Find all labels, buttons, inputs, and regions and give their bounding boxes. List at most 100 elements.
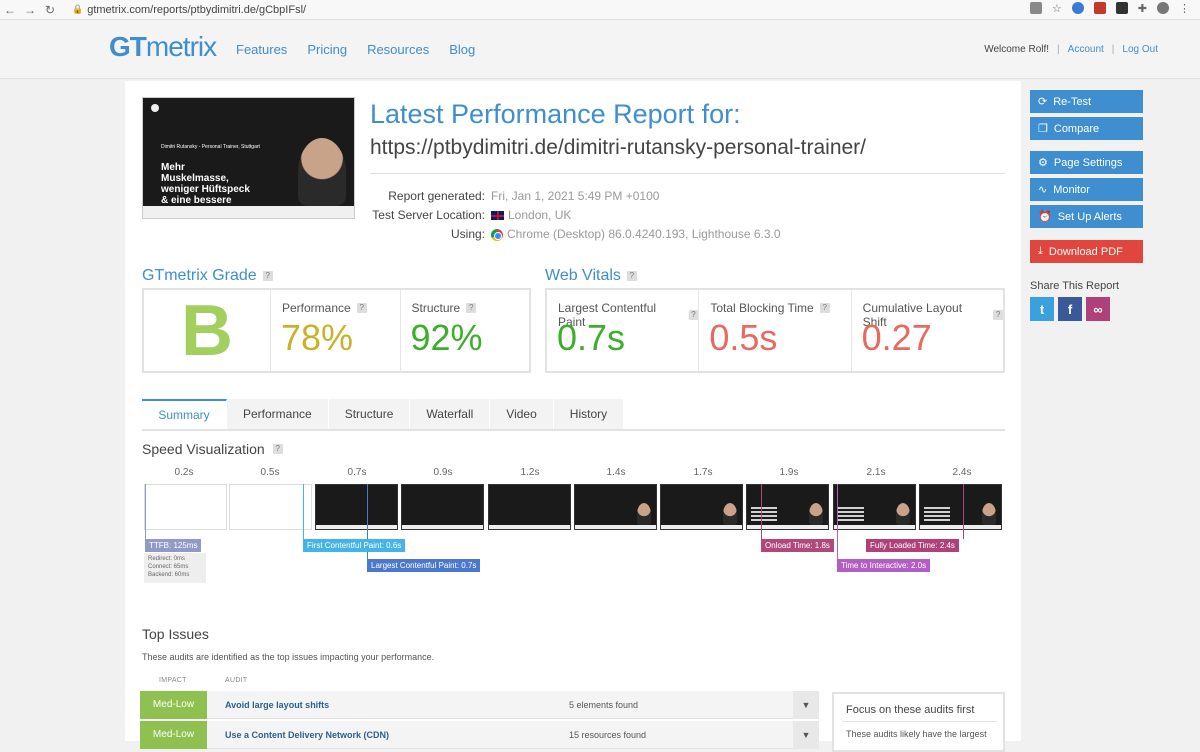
star-icon[interactable]: ☆: [1052, 2, 1062, 15]
onload-marker[interactable]: Onload Time: 1.8s: [761, 539, 834, 552]
compare-button[interactable]: ❐ Compare: [1030, 117, 1143, 140]
time-tick: 0.7s: [347, 467, 367, 478]
fully-loaded-line: [963, 484, 964, 539]
download-pdf-button[interactable]: ⤓ Download PDF: [1030, 240, 1143, 263]
ttfb-backend: Backend: 60ms: [148, 572, 190, 578]
lcp-value: 0.7s: [557, 317, 626, 358]
grade-heading: GTmetrix Grade ?: [142, 267, 273, 285]
lcp-marker[interactable]: Largest Contentful Paint: 0.7s: [367, 559, 481, 572]
meta-value: Fri, Jan 1, 2021 5:49 PM +0100: [491, 189, 660, 203]
help-icon[interactable]: ?: [466, 303, 477, 313]
monitor-button[interactable]: ∿ Monitor: [1030, 178, 1143, 201]
filmstrip-frame[interactable]: [401, 484, 484, 530]
filmstrip-frame[interactable]: [919, 484, 1002, 530]
help-icon[interactable]: ?: [688, 310, 699, 320]
tab-performance[interactable]: Performance: [227, 399, 329, 429]
forward-icon[interactable]: →: [20, 3, 40, 17]
logout-link[interactable]: Log Out: [1122, 44, 1158, 55]
meta-label: Test Server Location:: [372, 208, 485, 222]
frame-footer: [489, 525, 570, 529]
filmstrip-frame[interactable]: [660, 484, 743, 530]
ttfb-redirect: Redirect: 0ms: [148, 556, 186, 562]
tab-summary[interactable]: Summary: [142, 399, 227, 429]
time-tick: 1.4s: [606, 467, 626, 478]
issue-row[interactable]: Med-Low Use a Content Delivery Network (…: [140, 721, 819, 749]
chevron-down-icon[interactable]: ▼: [793, 691, 819, 719]
focus-audits-box: Focus on these audits first These audits…: [832, 692, 1005, 752]
vitals-heading: Web Vitals ?: [545, 267, 637, 285]
compare-label: Compare: [1053, 122, 1100, 135]
menu-dots-icon[interactable]: ⋮: [1179, 2, 1190, 15]
back-icon[interactable]: ←: [0, 3, 20, 17]
extension-icon[interactable]: [1115, 2, 1128, 14]
grade-box: B Performance? 78% Structure? 92%: [142, 288, 531, 373]
help-icon[interactable]: ?: [626, 271, 637, 281]
filmstrip-frame[interactable]: [746, 484, 829, 530]
tab-structure[interactable]: Structure: [328, 399, 411, 429]
retest-button[interactable]: ⟳ Re-Test: [1030, 90, 1143, 113]
divider: [370, 173, 1005, 174]
impact-column-header: IMPACT: [159, 677, 187, 684]
frame-footer: [834, 525, 915, 529]
tab-waterfall[interactable]: Waterfall: [410, 399, 491, 429]
issue-row[interactable]: Med-Low Avoid large layout shifts 5 elem…: [140, 691, 819, 719]
tbt-label: Total Blocking Time: [710, 301, 814, 315]
reload-icon[interactable]: ↻: [40, 3, 60, 17]
share-icons: t f ∞: [1030, 297, 1110, 321]
nav-blog[interactable]: Blog: [449, 42, 475, 57]
logo-metrix: metrix: [145, 31, 217, 62]
address-bar[interactable]: 🔒 gtmetrix.com/reports/ptbydimitri.de/gC…: [72, 4, 306, 16]
filmstrip-frame[interactable]: [315, 484, 398, 530]
nav-features[interactable]: Features: [236, 42, 287, 57]
help-icon[interactable]: ?: [993, 310, 1003, 320]
report-url[interactable]: https://ptbydimitri.de/dimitri-rutansky-…: [370, 136, 866, 160]
filmstrip-frame[interactable]: [574, 484, 657, 530]
set-up-alerts-button[interactable]: ⏰ Set Up Alerts: [1030, 205, 1143, 228]
pdf-extension-icon[interactable]: [1093, 2, 1106, 14]
meta-row-location: Test Server Location: London, UK: [370, 206, 781, 225]
help-icon[interactable]: ?: [262, 271, 273, 281]
filmstrip-frame[interactable]: [833, 484, 916, 530]
tti-marker[interactable]: Time to Interactive: 2.0s: [837, 559, 931, 572]
tab-history[interactable]: History: [553, 399, 625, 429]
page-settings-button[interactable]: ⚙ Page Settings: [1030, 151, 1143, 174]
twitter-icon[interactable]: t: [1030, 297, 1054, 321]
filmstrip-frame[interactable]: [229, 484, 312, 530]
frame-footer: [402, 525, 483, 529]
monitor-label: Monitor: [1053, 183, 1090, 196]
performance-value: 78%: [281, 317, 354, 358]
extensions-puzzle-icon[interactable]: ✚: [1138, 2, 1147, 15]
filmstrip-frame[interactable]: [488, 484, 571, 530]
frame-footer: [316, 525, 397, 529]
structure-label: Structure: [411, 301, 461, 315]
filmstrip-frame[interactable]: [144, 484, 227, 530]
translate-icon[interactable]: [1029, 2, 1042, 14]
chevron-down-icon[interactable]: ▼: [793, 721, 819, 749]
facebook-icon[interactable]: f: [1058, 297, 1082, 321]
ttfb-marker[interactable]: TTFB: 125ms: [145, 539, 202, 552]
audit-name: Avoid large layout shifts: [225, 700, 330, 710]
vitals-heading-text: Web Vitals: [545, 267, 621, 284]
frame-portrait: [809, 503, 823, 525]
page-screenshot-thumbnail[interactable]: Dimitri Rutansky - Personal Trainer, Stu…: [142, 97, 355, 219]
nav-pricing[interactable]: Pricing: [307, 42, 347, 57]
link-icon[interactable]: ∞: [1086, 297, 1110, 321]
account-link[interactable]: Account: [1068, 44, 1104, 55]
alarm-clock-icon: ⏰: [1038, 211, 1052, 223]
account-icon[interactable]: [1157, 2, 1169, 14]
help-icon[interactable]: ?: [819, 303, 830, 313]
help-icon[interactable]: ?: [356, 303, 367, 313]
performance-metric: Performance? 78%: [271, 290, 401, 371]
fcp-marker[interactable]: First Contentful Paint: 0.6s: [303, 539, 406, 552]
nav-resources[interactable]: Resources: [367, 42, 429, 57]
meta-label: Report generated:: [388, 189, 485, 203]
gtmetrix-logo[interactable]: GTmetrix: [109, 31, 217, 63]
fully-loaded-marker[interactable]: Fully Loaded Time: 2.4s: [866, 539, 959, 552]
time-tick: 2.1s: [866, 467, 886, 478]
tab-video[interactable]: Video: [490, 399, 554, 429]
time-tick: 1.9s: [779, 467, 799, 478]
filmstrip: [142, 484, 1005, 532]
profile-extension-icon[interactable]: [1071, 2, 1084, 14]
focus-title: Focus on these audits first: [846, 704, 975, 716]
help-icon[interactable]: ?: [272, 444, 283, 454]
